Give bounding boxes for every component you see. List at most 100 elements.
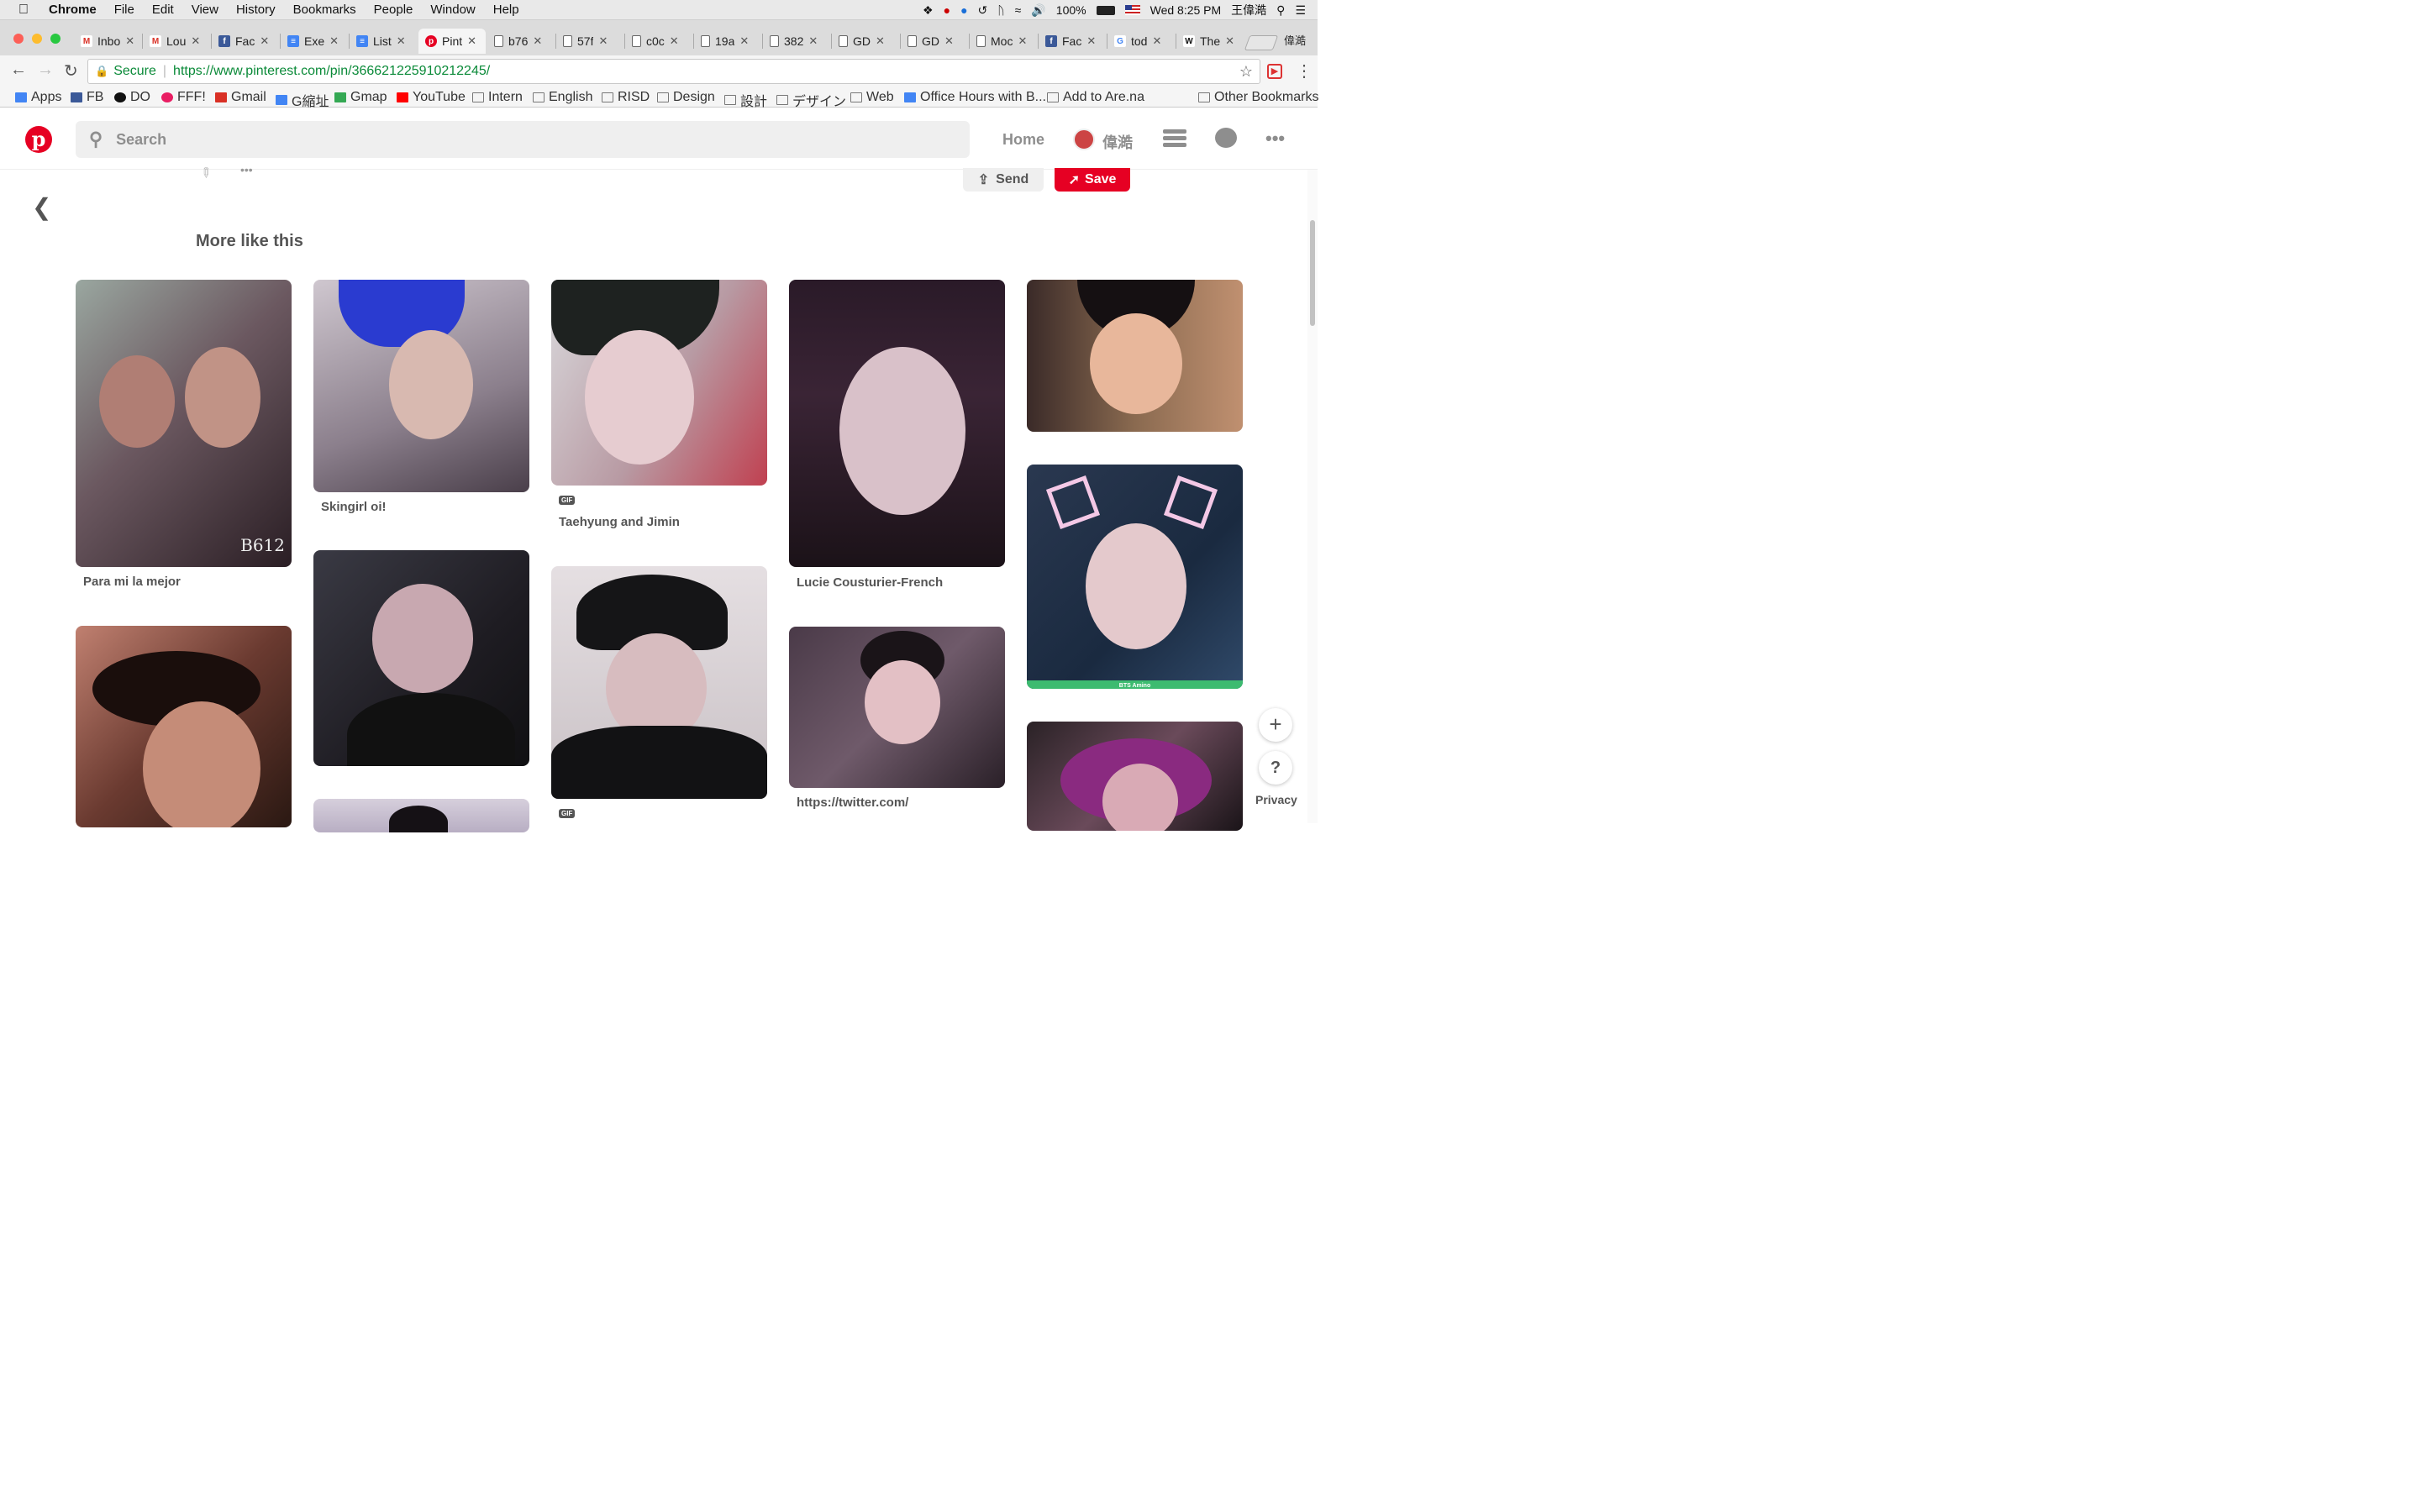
bookmark-item[interactable]: 設計 <box>724 90 767 110</box>
pin-image[interactable] <box>789 627 1005 788</box>
shazam-icon[interactable]: ● <box>960 3 967 17</box>
pin-caption[interactable]: Taehyung and Jimin <box>559 515 680 529</box>
forward-button[interactable]: → <box>37 60 54 80</box>
avatar[interactable] <box>1073 129 1095 150</box>
close-tab-icon[interactable]: ✕ <box>467 34 476 48</box>
notification-center-icon[interactable]: ☰ <box>1295 3 1306 18</box>
close-tab-icon[interactable]: ✕ <box>1225 34 1234 48</box>
pin-image[interactable]: B612 <box>76 280 292 567</box>
pin-image[interactable] <box>313 280 529 492</box>
close-tab-icon[interactable]: ✕ <box>944 34 954 48</box>
bookmark-item[interactable]: FFF! <box>161 90 206 105</box>
tab-16[interactable]: W The ✕ <box>1176 29 1244 54</box>
user-profile-link[interactable]: 偉澔 <box>1102 131 1133 153</box>
tab-7[interactable]: 57f ✕ <box>556 29 623 54</box>
zoom-window-button[interactable] <box>50 34 60 44</box>
bookmark-item[interactable]: RISD <box>602 90 650 105</box>
new-tab-button[interactable] <box>1244 35 1279 50</box>
menu-people[interactable]: People <box>374 3 413 17</box>
close-tab-icon[interactable]: ✕ <box>808 34 818 48</box>
pin-caption[interactable]: https://twitter.com/ <box>797 795 908 810</box>
bluetooth-icon[interactable]: ᚢ <box>997 3 1004 17</box>
back-button[interactable]: ← <box>10 60 27 80</box>
search-input[interactable]: Search <box>116 131 166 149</box>
pin-caption[interactable]: Para mi la mejor <box>83 575 181 589</box>
tab-10[interactable]: 382 ✕ <box>763 29 830 54</box>
tab-3[interactable]: ≡ Exe ✕ <box>281 29 348 54</box>
minimize-window-button[interactable] <box>32 34 42 44</box>
menu-bookmarks[interactable]: Bookmarks <box>293 3 356 17</box>
tab-8[interactable]: c0c ✕ <box>625 29 692 54</box>
tab-2[interactable]: f Fac ✕ <box>212 29 279 54</box>
add-pin-button[interactable]: + <box>1259 708 1292 742</box>
bookmark-item[interactable]: G縮址 <box>276 90 329 110</box>
send-button[interactable]: ⇪ Send <box>963 168 1044 192</box>
close-tab-icon[interactable]: ✕ <box>125 34 134 48</box>
pin-caption[interactable]: Skingirl oi! <box>321 500 387 514</box>
close-tab-icon[interactable]: ✕ <box>329 34 339 48</box>
close-window-button[interactable] <box>13 34 24 44</box>
menu-icon[interactable] <box>1163 128 1186 148</box>
back-arrow-icon[interactable]: ❮ <box>32 193 51 221</box>
us-flag-icon[interactable] <box>1124 5 1140 15</box>
menu-window[interactable]: Window <box>430 3 475 17</box>
time-machine-icon[interactable]: ↺ <box>978 3 988 18</box>
menu-help[interactable]: Help <box>493 3 519 17</box>
close-tab-icon[interactable]: ✕ <box>876 34 885 48</box>
spotlight-icon[interactable]: ⚲ <box>1276 3 1285 18</box>
apple-icon[interactable]:  <box>18 3 35 18</box>
pin-caption[interactable]: Lucie Cousturier-French <box>797 575 943 590</box>
menu-app-name[interactable]: Chrome <box>49 3 97 17</box>
privacy-link[interactable]: Privacy <box>1255 793 1297 806</box>
pin-image[interactable] <box>789 280 1005 567</box>
close-tab-icon[interactable]: ✕ <box>670 34 679 48</box>
bookmark-item[interactable]: Web <box>850 90 894 105</box>
menu-edit[interactable]: Edit <box>152 3 174 17</box>
bookmark-item[interactable]: Office Hours with B... <box>904 90 1046 105</box>
tab-4[interactable]: ≡ List ✕ <box>350 29 417 54</box>
close-tab-icon[interactable]: ✕ <box>1152 34 1161 48</box>
bookmark-item[interactable]: Apps <box>15 90 61 105</box>
clock[interactable]: Wed 8:25 PM <box>1150 3 1222 17</box>
close-tab-icon[interactable]: ✕ <box>598 34 608 48</box>
close-tab-icon[interactable]: ✕ <box>739 34 749 48</box>
pin-image[interactable] <box>1027 722 1243 831</box>
tab-0[interactable]: M Inbo ✕ <box>74 29 141 54</box>
messages-icon[interactable] <box>1215 128 1237 148</box>
volume-icon[interactable]: 🔊 <box>1031 3 1045 18</box>
scrollbar-thumb[interactable] <box>1310 220 1315 326</box>
bookmark-star-icon[interactable]: ☆ <box>1239 63 1253 81</box>
close-tab-icon[interactable]: ✕ <box>397 34 406 48</box>
pin-image[interactable] <box>313 799 529 832</box>
close-tab-icon[interactable]: ✕ <box>1018 34 1027 48</box>
tab-6[interactable]: b76 ✕ <box>487 29 555 54</box>
close-tab-icon[interactable]: ✕ <box>1086 34 1096 48</box>
tab-12[interactable]: GD ✕ <box>901 29 968 54</box>
bookmark-item[interactable]: デザイン <box>776 90 846 110</box>
tab-15[interactable]: Gtod ✕ <box>1107 29 1175 54</box>
help-button[interactable]: ? <box>1259 751 1292 785</box>
pin-image[interactable] <box>551 280 767 486</box>
other-bookmarks[interactable]: Other Bookmarks <box>1198 90 1318 105</box>
close-tab-icon[interactable]: ✕ <box>191 34 200 48</box>
close-tab-icon[interactable]: ✕ <box>260 34 269 48</box>
bookmark-item[interactable]: Design <box>657 90 715 105</box>
dropbox-icon[interactable]: ❖ <box>923 3 934 18</box>
bookmark-item[interactable]: English <box>533 90 592 105</box>
bookmark-item[interactable]: Gmap <box>334 90 387 105</box>
home-link[interactable]: Home <box>1002 131 1044 149</box>
pin-more-icon[interactable]: ••• <box>240 163 253 176</box>
tab-5[interactable]: p Pint ✕ <box>418 29 486 54</box>
bookmark-item[interactable]: YouTube <box>397 90 466 105</box>
search-bar[interactable]: ⚲ Search <box>76 121 970 158</box>
bookmark-item[interactable]: Add to Are.na <box>1047 90 1144 105</box>
menu-file[interactable]: File <box>114 3 134 17</box>
menu-history[interactable]: History <box>236 3 276 17</box>
tab-1[interactable]: M Lou ✕ <box>143 29 210 54</box>
user-name[interactable]: 王偉澔 <box>1231 2 1266 18</box>
pin-image[interactable] <box>551 566 767 799</box>
address-bar[interactable]: 🔒 Secure | https://www.pinterest.com/pin… <box>87 59 1260 84</box>
profile-name[interactable]: 偉澔 <box>1284 32 1306 48</box>
battery-icon[interactable] <box>1096 5 1115 15</box>
url-text[interactable]: https://www.pinterest.com/pin/3666212259… <box>173 64 490 79</box>
